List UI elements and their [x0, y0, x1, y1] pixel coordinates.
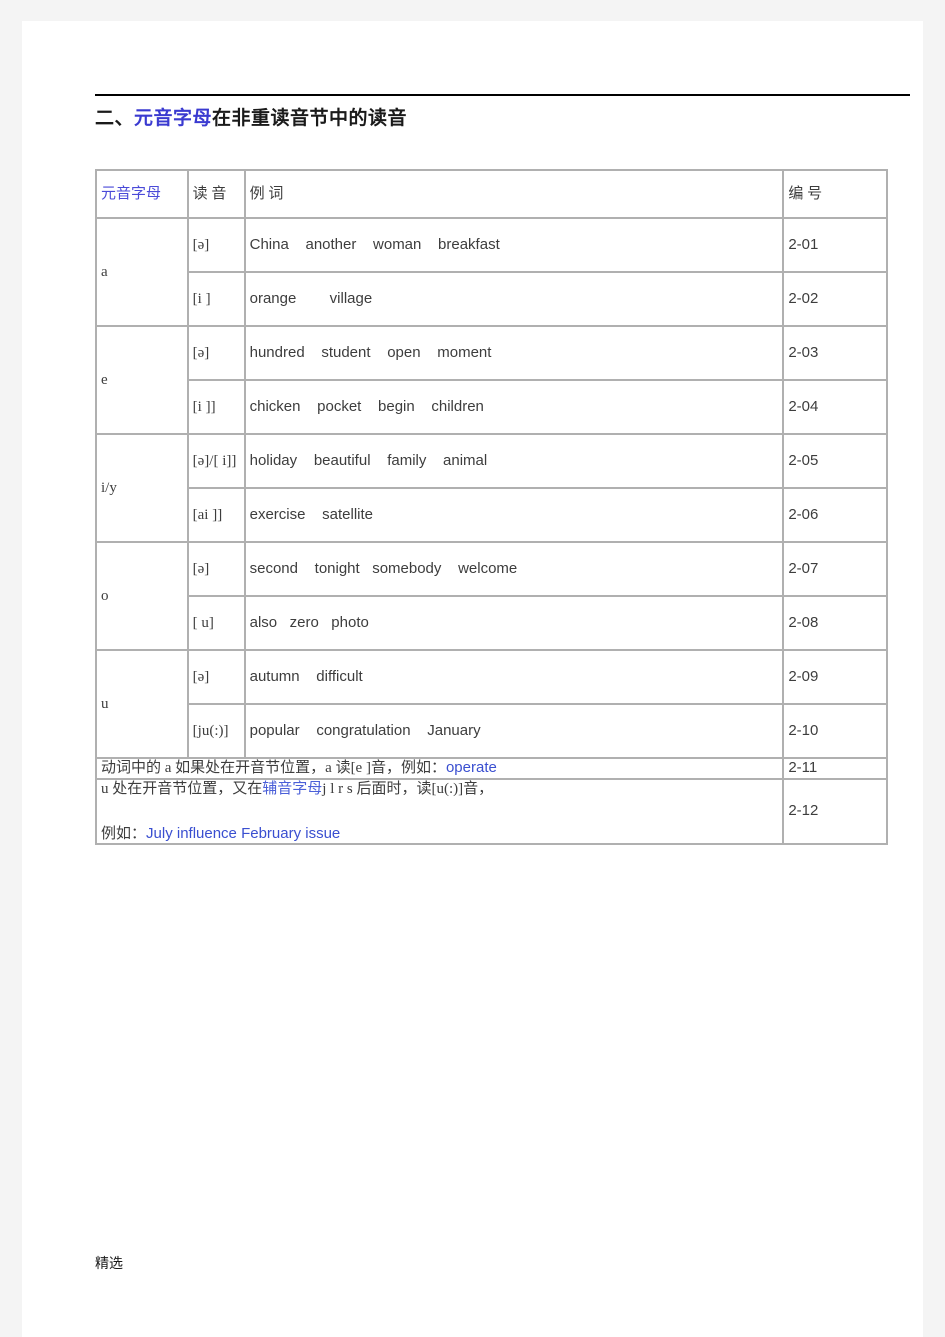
- table-row: o [ə] second tonight somebody welcome 2-…: [97, 543, 888, 651]
- vowel-letter-u: u: [97, 651, 189, 759]
- vowel-letter-a: a: [97, 219, 189, 327]
- row-number: 2-11: [784, 759, 888, 780]
- row-number: 2-02: [784, 273, 888, 327]
- note-line-1: u 处在开音节位置，又在辅音字母j l r s 后面时，读[u(:)]音，: [101, 780, 782, 799]
- phonetic-symbol: [ə]/[ i]]: [188, 435, 246, 489]
- table-body: 元音字母 读 音 例 词 编 号 a [ə] China another wom…: [97, 171, 888, 846]
- table-row: [ju(:)] popular congratulation January 2…: [97, 705, 888, 759]
- row-number: 2-01: [784, 219, 888, 273]
- note-line-2: 例如：July influence February issue: [101, 825, 782, 844]
- row-number: 2-06: [784, 489, 888, 543]
- note-plain-text: u 处在开音节位置，又在: [101, 780, 263, 797]
- note-plain-text: 动词中的 a 如果处在开音节位置，a 读[e ]音，例如：: [101, 760, 446, 776]
- example-words: holiday beautiful family animal: [245, 435, 785, 489]
- phonetic-symbol: [ə]: [188, 219, 246, 273]
- example-words: exercise satellite: [245, 489, 785, 543]
- phonetic-symbol: [i ]: [188, 273, 246, 327]
- column-header-pronunciation: 读 音: [188, 171, 246, 219]
- example-words: orange village: [245, 273, 785, 327]
- row-number: 2-10: [784, 705, 888, 759]
- note-text-2-12: u 处在开音节位置，又在辅音字母j l r s 后面时，读[u(:)]音， 例如…: [97, 779, 785, 846]
- row-number: 2-05: [784, 435, 888, 489]
- note-plain-text: 例如：: [101, 825, 147, 842]
- vowel-letter-iy: i/y: [97, 435, 189, 543]
- table-row: a [ə] China another woman breakfast 2-01: [97, 219, 888, 327]
- phonetic-symbol: [ə]: [188, 327, 246, 381]
- phonetic-symbol: [ u]: [188, 597, 246, 651]
- row-number: 2-09: [784, 651, 888, 705]
- phonetic-symbol: [ə]: [188, 543, 246, 597]
- table-note-row: u 处在开音节位置，又在辅音字母j l r s 后面时，读[u(:)]音， 例如…: [97, 779, 888, 846]
- title-horizontal-rule: [95, 94, 910, 96]
- example-words: autumn difficult: [245, 651, 785, 705]
- document-page: 二、元音字母在非重读音节中的读音 元音字母 读 音 例 词 编 号 a [ə] …: [22, 21, 923, 1337]
- note-highlight-term: 辅音字母: [262, 780, 323, 797]
- column-header-example-words: 例 词: [245, 171, 785, 219]
- table-row: u [ə] autumn difficult 2-09: [97, 651, 888, 759]
- vowel-pronunciation-table: 元音字母 读 音 例 词 编 号 a [ə] China another wom…: [95, 169, 888, 846]
- example-words: popular congratulation January: [245, 705, 785, 759]
- table-row: [i ] orange village 2-02: [97, 273, 888, 327]
- title-highlight: 元音字母: [134, 108, 213, 129]
- phonetic-symbol: [ai ]]: [188, 489, 246, 543]
- table-row: i/y [ə]/[ i]] holiday beautiful family a…: [97, 435, 888, 543]
- row-number: 2-04: [784, 381, 888, 435]
- row-number: 2-08: [784, 597, 888, 651]
- note-example-words: July influence February issue: [146, 824, 341, 842]
- note-example-word: operate: [445, 759, 497, 776]
- vowel-letter-e: e: [97, 327, 189, 435]
- column-header-vowel-letter: 元音字母: [97, 171, 189, 219]
- example-words: also zero photo: [245, 597, 785, 651]
- note-text-2-11: 动词中的 a 如果处在开音节位置，a 读[e ]音，例如：operate: [97, 759, 785, 780]
- table-row: [i ]] chicken pocket begin children 2-04: [97, 381, 888, 435]
- table-row: [ai ]] exercise satellite 2-06: [97, 489, 888, 543]
- example-words: China another woman breakfast: [245, 219, 785, 273]
- footer-watermark: 精选: [95, 1255, 123, 1271]
- table-header-row: 元音字母 读 音 例 词 编 号: [97, 171, 888, 219]
- row-number: 2-03: [784, 327, 888, 381]
- vowel-letter-o: o: [97, 543, 189, 651]
- title-prefix: 二、: [95, 108, 135, 129]
- example-words: hundred student open moment: [245, 327, 785, 381]
- table-note-row: 动词中的 a 如果处在开音节位置，a 读[e ]音，例如：operate 2-1…: [97, 759, 888, 780]
- row-number: 2-07: [784, 543, 888, 597]
- example-words: second tonight somebody welcome: [245, 543, 785, 597]
- table-row: e [ə] hundred student open moment 2-03: [97, 327, 888, 435]
- title-suffix: 在非重读音节中的读音: [212, 108, 408, 129]
- page-title: 二、元音字母在非重读音节中的读音: [95, 103, 407, 130]
- column-header-number: 编 号: [784, 171, 888, 219]
- table-row: [ u] also zero photo 2-08: [97, 597, 888, 651]
- phonetic-symbol: [ə]: [188, 651, 246, 705]
- row-number: 2-12: [784, 779, 888, 846]
- phonetic-symbol: [i ]]: [188, 381, 246, 435]
- note-plain-text: j l r s 后面时，读[u(:)]音，: [322, 780, 494, 797]
- phonetic-symbol: [ju(:)]: [188, 705, 246, 759]
- example-words: chicken pocket begin children: [245, 381, 785, 435]
